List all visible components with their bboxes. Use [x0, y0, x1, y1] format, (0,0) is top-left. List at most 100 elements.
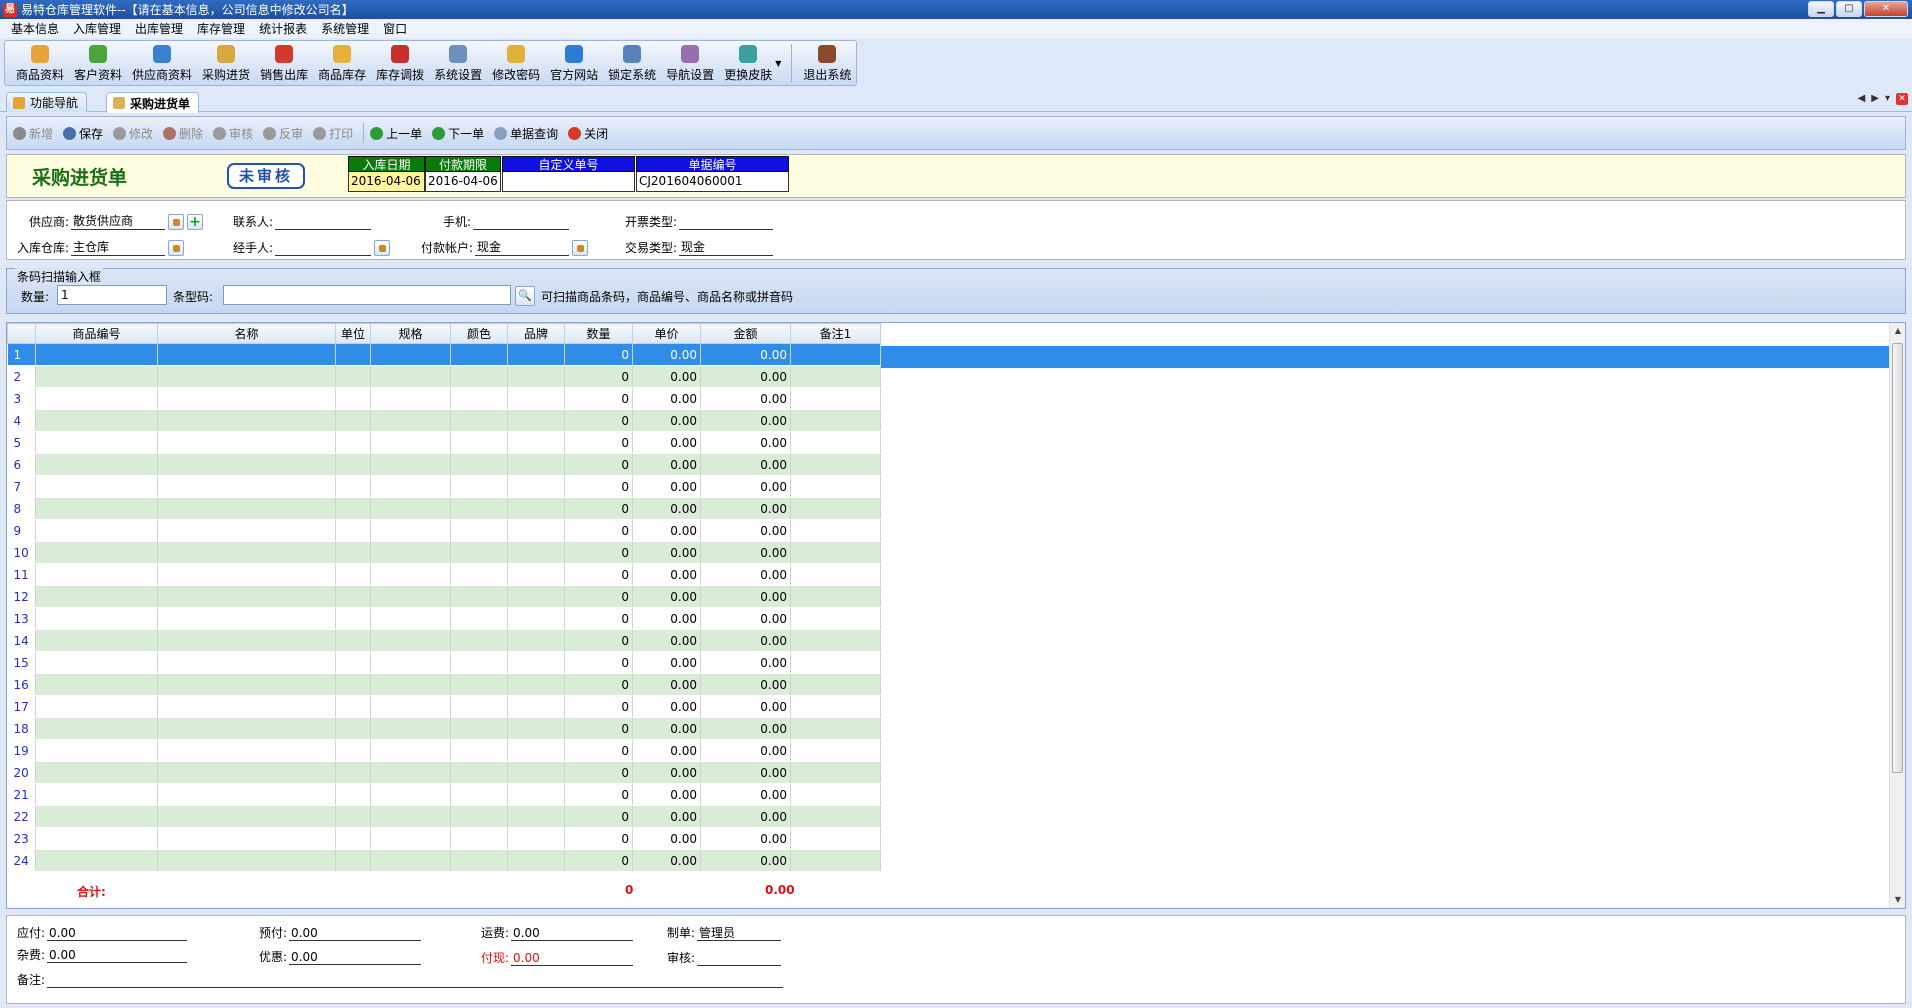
column-header-price[interactable]: 单价: [632, 323, 701, 344]
amount-cell[interactable]: 0.00: [700, 519, 791, 542]
spec-cell[interactable]: [370, 497, 451, 520]
remark1-cell[interactable]: [790, 343, 881, 366]
spec-cell[interactable]: [370, 343, 451, 366]
name-cell[interactable]: [157, 343, 336, 366]
warehouse-picker-icon[interactable]: [168, 240, 185, 256]
row-number-cell[interactable]: 18: [7, 717, 36, 740]
handler-input[interactable]: [275, 240, 372, 256]
tab-scroll-right-icon[interactable]: ▶: [1871, 93, 1879, 105]
quantity-cell[interactable]: 0: [564, 849, 633, 872]
misc-fee-value[interactable]: 0.00: [47, 948, 188, 963]
amount-cell[interactable]: 0.00: [700, 827, 791, 850]
toolbar-button-product[interactable]: 商品资料: [11, 43, 69, 83]
price-cell[interactable]: 0.00: [632, 343, 701, 366]
product-code-cell[interactable]: [35, 475, 158, 498]
spec-cell[interactable]: [370, 717, 451, 740]
color-cell[interactable]: [450, 805, 508, 828]
table-row[interactable]: 13 0 0.00 0.00: [7, 607, 881, 630]
menu-system[interactable]: 系统管理: [314, 20, 376, 37]
unit-cell[interactable]: [335, 541, 371, 564]
color-cell[interactable]: [450, 849, 508, 872]
action-button-prev[interactable]: 上一单: [370, 125, 422, 142]
color-cell[interactable]: [450, 365, 508, 388]
row-number-cell[interactable]: 9: [7, 519, 36, 542]
amount-cell[interactable]: 0.00: [700, 563, 791, 586]
amount-cell[interactable]: 0.00: [700, 387, 791, 410]
quantity-cell[interactable]: 0: [564, 585, 633, 608]
table-row[interactable]: 17 0 0.00 0.00: [7, 695, 881, 718]
spec-cell[interactable]: [370, 365, 451, 388]
quantity-cell[interactable]: 0: [564, 717, 633, 740]
table-row[interactable]: 20 0 0.00 0.00: [7, 761, 881, 784]
color-cell[interactable]: [450, 827, 508, 850]
column-header-product-code[interactable]: 商品编号: [35, 323, 158, 344]
table-row[interactable]: 12 0 0.00 0.00: [7, 585, 881, 608]
quantity-cell[interactable]: 0: [564, 805, 633, 828]
table-row[interactable]: 23 0 0.00 0.00: [7, 827, 881, 850]
row-number-cell[interactable]: 14: [7, 629, 36, 652]
supplier-picker-icon[interactable]: [168, 214, 185, 230]
color-cell[interactable]: [450, 651, 508, 674]
product-code-cell[interactable]: [35, 827, 158, 850]
scroll-down-icon[interactable]: ▼: [1890, 892, 1905, 908]
cash-paid-value[interactable]: 0.00: [511, 951, 634, 966]
color-cell[interactable]: [450, 585, 508, 608]
custom-number-value[interactable]: [502, 172, 635, 192]
remark1-cell[interactable]: [790, 563, 881, 586]
row-number-cell[interactable]: 19: [7, 739, 36, 762]
action-button-audit[interactable]: 审核: [213, 125, 253, 142]
spec-cell[interactable]: [370, 695, 451, 718]
payment-due-value[interactable]: 2016-04-06: [425, 172, 501, 192]
color-cell[interactable]: [450, 673, 508, 696]
payment-due-field[interactable]: 付款期限 2016-04-06: [425, 156, 501, 192]
toolbar-button-skin[interactable]: 更换皮肤: [719, 43, 777, 83]
remark1-cell[interactable]: [790, 475, 881, 498]
remark1-cell[interactable]: [790, 453, 881, 476]
toolbar-button-cart[interactable]: 销售出库: [255, 43, 313, 83]
unit-cell[interactable]: [335, 497, 371, 520]
price-cell[interactable]: 0.00: [632, 717, 701, 740]
search-icon[interactable]: 🔍: [515, 286, 535, 306]
quantity-cell[interactable]: 0: [564, 761, 633, 784]
payable-value[interactable]: 0.00: [47, 926, 188, 941]
action-button-unaudit[interactable]: 反审: [263, 125, 303, 142]
brand-cell[interactable]: [507, 409, 565, 432]
remark1-cell[interactable]: [790, 409, 881, 432]
price-cell[interactable]: 0.00: [632, 365, 701, 388]
name-cell[interactable]: [157, 431, 336, 454]
color-cell[interactable]: [450, 761, 508, 784]
amount-cell[interactable]: 0.00: [700, 343, 791, 366]
scroll-up-icon[interactable]: ▲: [1890, 323, 1905, 339]
remark1-cell[interactable]: [790, 607, 881, 630]
brand-cell[interactable]: [507, 695, 565, 718]
row-number-cell[interactable]: 20: [7, 761, 36, 784]
row-number-cell[interactable]: 2: [7, 365, 36, 388]
table-row[interactable]: 9 0 0.00 0.00: [7, 519, 881, 542]
tab-close-icon[interactable]: ✕: [1896, 93, 1908, 105]
color-cell[interactable]: [450, 783, 508, 806]
brand-cell[interactable]: [507, 607, 565, 630]
quantity-cell[interactable]: 0: [564, 475, 633, 498]
price-cell[interactable]: 0.00: [632, 607, 701, 630]
amount-cell[interactable]: 0.00: [700, 849, 791, 872]
product-code-cell[interactable]: [35, 849, 158, 872]
tab-scroll-left-icon[interactable]: ◀: [1858, 93, 1866, 105]
product-code-cell[interactable]: [35, 519, 158, 542]
amount-cell[interactable]: 0.00: [700, 673, 791, 696]
brand-cell[interactable]: [507, 453, 565, 476]
color-cell[interactable]: [450, 387, 508, 410]
price-cell[interactable]: 0.00: [632, 585, 701, 608]
name-cell[interactable]: [157, 783, 336, 806]
freight-value[interactable]: 0.00: [511, 926, 634, 941]
brand-cell[interactable]: [507, 717, 565, 740]
quantity-cell[interactable]: 0: [564, 541, 633, 564]
spec-cell[interactable]: [370, 739, 451, 762]
toolbar-button-customer[interactable]: 客户资料: [69, 43, 127, 83]
spec-cell[interactable]: [370, 519, 451, 542]
table-row[interactable]: 18 0 0.00 0.00: [7, 717, 881, 740]
color-cell[interactable]: [450, 453, 508, 476]
spec-cell[interactable]: [370, 827, 451, 850]
quantity-cell[interactable]: 0: [564, 409, 633, 432]
price-cell[interactable]: 0.00: [632, 849, 701, 872]
brand-cell[interactable]: [507, 519, 565, 542]
